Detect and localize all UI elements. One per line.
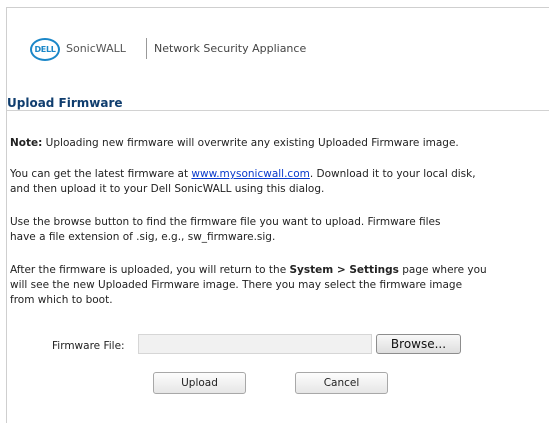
para4-line3: from which to boot. bbox=[10, 294, 113, 306]
title-divider bbox=[7, 110, 549, 111]
cancel-button[interactable]: Cancel bbox=[295, 372, 388, 394]
para2-text-post: . Download it to your local disk, bbox=[309, 168, 476, 180]
page-title: Upload Firmware bbox=[7, 96, 123, 110]
mysonicwall-link[interactable]: www.mysonicwall.com bbox=[191, 168, 309, 180]
para4-text-post: page where you bbox=[398, 264, 487, 276]
header-divider bbox=[146, 38, 147, 59]
note-paragraph: Note: Uploading new firmware will overwr… bbox=[10, 136, 459, 151]
dell-logo: DELL bbox=[30, 38, 60, 61]
para2-line2: and then upload it to your Dell SonicWAL… bbox=[10, 183, 325, 195]
para3-line1: Use the browse button to find the firmwa… bbox=[10, 216, 441, 228]
para4-text-pre: After the firmware is uploaded, you will… bbox=[10, 264, 290, 276]
after-upload-paragraph: After the firmware is uploaded, you will… bbox=[10, 263, 487, 308]
brand-name: SonicWALL bbox=[66, 42, 126, 55]
upload-button[interactable]: Upload bbox=[153, 372, 246, 394]
firmware-file-input[interactable] bbox=[138, 334, 372, 354]
browse-button[interactable]: Browse... bbox=[376, 334, 461, 354]
para3-line2: have a file extension of .sig, e.g., sw_… bbox=[10, 231, 276, 243]
para2-text-pre: You can get the latest firmware at bbox=[10, 168, 192, 180]
para4-line2: will see the new Uploaded Firmware image… bbox=[10, 279, 463, 291]
note-text: Uploading new firmware will overwrite an… bbox=[42, 137, 459, 149]
browse-paragraph: Use the browse button to find the firmwa… bbox=[10, 215, 440, 245]
system-settings-label: System > Settings bbox=[289, 264, 399, 276]
download-paragraph: You can get the latest firmware at www.m… bbox=[10, 167, 476, 197]
firmware-file-label: Firmware File: bbox=[52, 340, 125, 352]
note-label: Note: bbox=[10, 137, 43, 149]
product-name: Network Security Appliance bbox=[154, 42, 307, 55]
dell-logo-text: DELL bbox=[34, 45, 56, 54]
